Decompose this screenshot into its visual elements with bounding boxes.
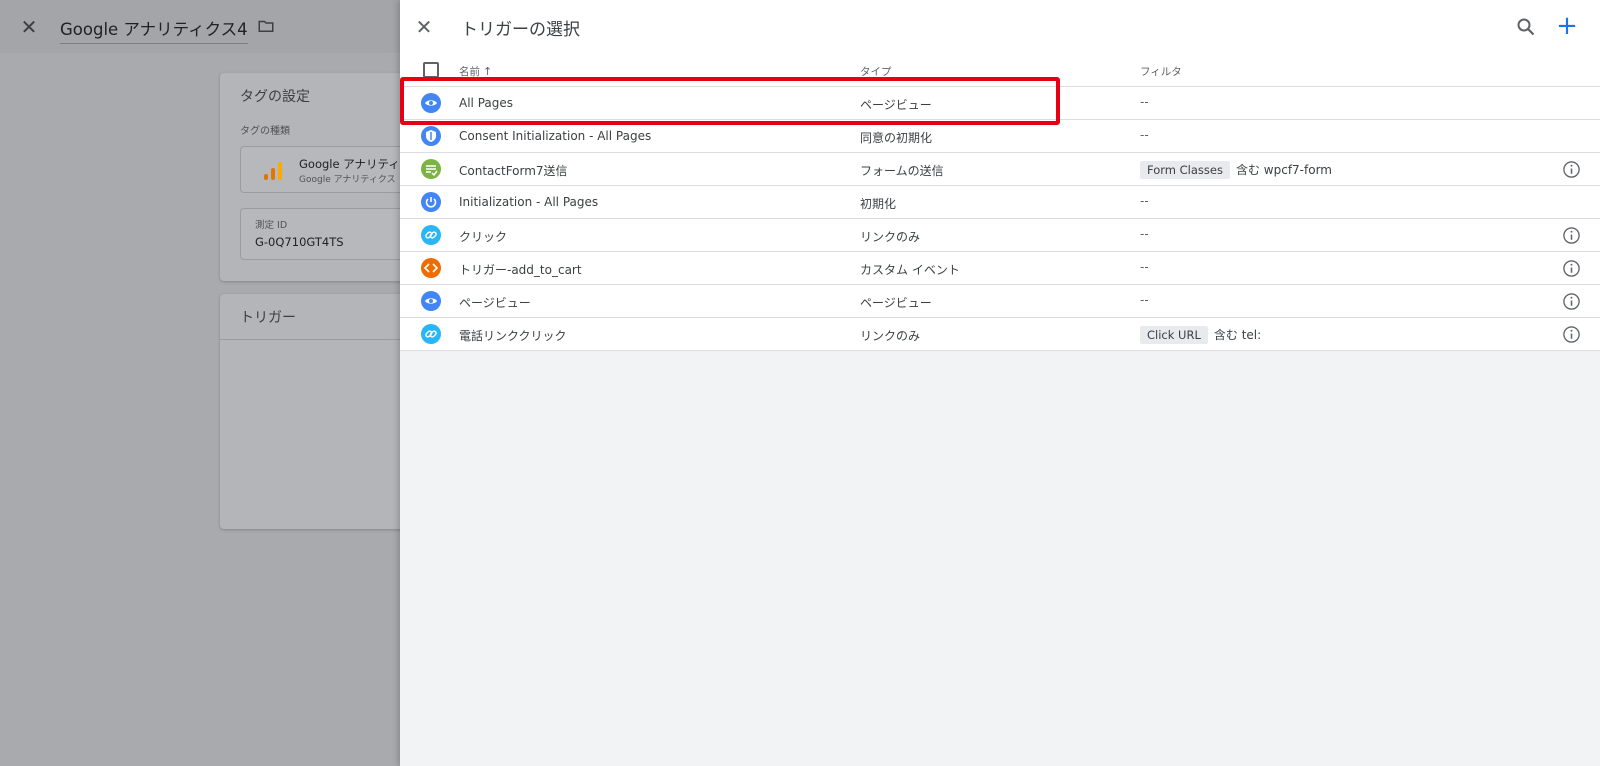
table-row[interactable]: Initialization - All Pages 初期化 -- (400, 186, 1600, 219)
filter-empty: -- (1140, 227, 1149, 241)
highlight-box (400, 77, 1060, 125)
filter-value: tel: (1241, 328, 1262, 342)
shield-icon (421, 126, 441, 146)
link-icon (421, 324, 441, 344)
close-icon[interactable]: ✕ (412, 15, 436, 39)
table-row[interactable]: クリック リンクのみ -- (400, 219, 1600, 252)
link-icon (421, 225, 441, 245)
panel-title: トリガーの選択 (461, 20, 580, 40)
trigger-filter: -- (1140, 293, 1149, 307)
analytics-icon (264, 162, 282, 180)
trigger-type: ページビュー (860, 296, 932, 310)
trigger-filter: -- (1140, 95, 1149, 109)
trigger-name[interactable]: トリガー-add_to_cart (459, 261, 582, 278)
info-icon[interactable] (1562, 292, 1581, 311)
filter-operator: 含む (1213, 328, 1238, 342)
filter-empty: -- (1140, 194, 1149, 208)
info-icon[interactable] (1562, 325, 1581, 344)
column-filter[interactable]: フィルタ (1140, 64, 1182, 79)
trigger-name[interactable]: クリック (459, 228, 507, 245)
add-trigger-button[interactable]: + (1553, 12, 1581, 40)
search-icon[interactable] (1514, 15, 1538, 39)
panel-header: ✕ トリガーの選択 + (400, 0, 1600, 53)
trigger-type: 初期化 (860, 197, 897, 211)
trigger-filter: -- (1140, 260, 1149, 274)
trigger-filter: -- (1140, 128, 1149, 142)
table-row[interactable]: トリガー-add_to_cart カスタム イベント -- (400, 252, 1600, 285)
folder-icon[interactable] (257, 17, 275, 35)
tag-config-heading: タグの設定 (240, 89, 310, 105)
table-row[interactable]: ContactForm7送信 フォームの送信 Form Classes 含む wpcf… (400, 153, 1600, 186)
filter-empty: -- (1140, 95, 1149, 109)
trigger-filter: Form Classes 含む wpcf7-form (1140, 161, 1332, 179)
tag-type-name: Google アナリティ (299, 157, 400, 171)
info-icon[interactable] (1562, 259, 1581, 278)
trigger-card-heading: トリガー (240, 310, 296, 326)
trigger-type: リンクのみ (860, 230, 921, 244)
filter-empty: -- (1140, 128, 1149, 142)
power-icon (421, 192, 441, 212)
code-icon (421, 258, 441, 278)
filter-operator: 含む (1235, 163, 1260, 177)
tag-type-sub: Google アナリティクス (299, 175, 396, 185)
info-icon[interactable] (1562, 160, 1581, 179)
trigger-name[interactable]: Initialization - All Pages (459, 195, 598, 209)
editor-header: ✕ Google アナリティクス4 (0, 0, 400, 53)
filter-empty: -- (1140, 260, 1149, 274)
trigger-name[interactable]: ページビュー (459, 294, 531, 311)
trigger-type: フォームの送信 (860, 164, 944, 178)
tag-type-selector[interactable]: Google アナリティ Google アナリティクス (240, 146, 410, 193)
trigger-type: カスタム イベント (860, 263, 960, 277)
tag-config-card[interactable]: タグの設定 タグの種類 Google アナリティ Google アナリティクス … (220, 73, 410, 281)
trigger-name[interactable]: 電話リンククリック (459, 327, 567, 344)
editor-title[interactable]: Google アナリティクス4 (60, 16, 248, 44)
measurement-id-value: G-0Q710GT4TS (255, 235, 344, 249)
table-row[interactable]: ページビュー ページビュー -- (400, 285, 1600, 318)
filter-value: wpcf7-form (1263, 163, 1332, 177)
tag-type-label: タグの種類 (240, 126, 290, 137)
trigger-card[interactable]: トリガー (220, 294, 410, 529)
editor-close-icon[interactable]: ✕ (18, 16, 40, 38)
filter-variable-chip: Click URL (1140, 326, 1208, 344)
table-row[interactable]: 電話リンククリック リンクのみ Click URL 含む tel: (400, 318, 1600, 351)
info-icon[interactable] (1562, 226, 1581, 245)
filter-variable-chip: Form Classes (1140, 161, 1230, 179)
divider (220, 339, 410, 340)
trigger-type: 同意の初期化 (860, 131, 933, 145)
measurement-id-label: 測定 ID (255, 220, 288, 231)
trigger-filter: -- (1140, 227, 1149, 241)
select-all-checkbox[interactable] (423, 62, 439, 78)
eye-icon (421, 291, 441, 311)
measurement-id-field[interactable]: 測定 ID G-0Q710GT4TS (240, 208, 410, 260)
filter-empty: -- (1140, 293, 1149, 307)
trigger-name[interactable]: ContactForm7送信 (459, 162, 568, 179)
trigger-filter: -- (1140, 194, 1149, 208)
trigger-filter: Click URL 含む tel: (1140, 326, 1261, 344)
form-icon (421, 159, 441, 179)
trigger-name[interactable]: Consent Initialization - All Pages (459, 129, 651, 143)
trigger-type: リンクのみ (860, 329, 921, 343)
